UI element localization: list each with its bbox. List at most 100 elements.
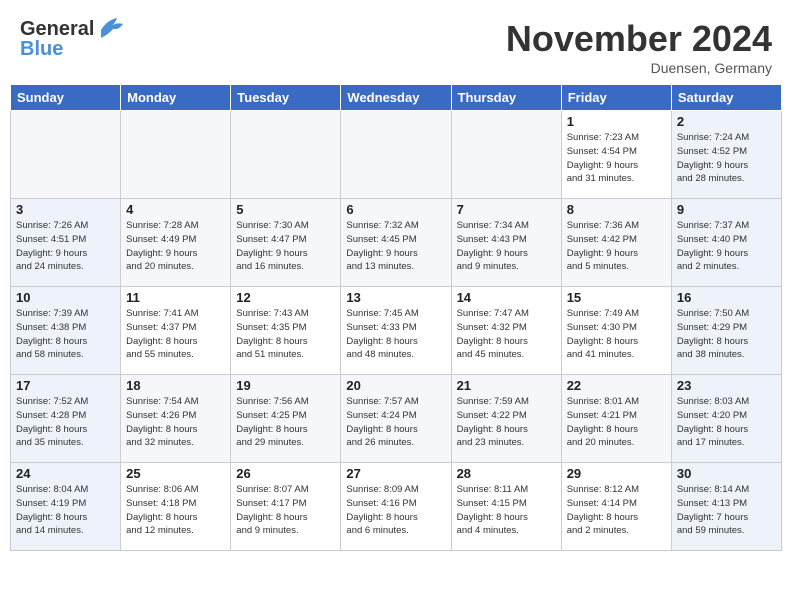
table-row: 20 Sunrise: 7:57 AM Sunset: 4:24 PM Dayli… bbox=[341, 375, 451, 463]
table-row: 11 Sunrise: 7:41 AM Sunset: 4:37 PM Dayli… bbox=[121, 287, 231, 375]
day-number: 30 bbox=[677, 466, 776, 481]
col-saturday: Saturday bbox=[671, 85, 781, 111]
table-row: 1 Sunrise: 7:23 AM Sunset: 4:54 PM Daylig… bbox=[561, 111, 671, 199]
day-info: Sunrise: 7:30 AM Sunset: 4:47 PM Dayligh… bbox=[236, 219, 335, 274]
table-row bbox=[231, 111, 341, 199]
table-row: 15 Sunrise: 7:49 AM Sunset: 4:30 PM Dayli… bbox=[561, 287, 671, 375]
table-row bbox=[121, 111, 231, 199]
day-number: 10 bbox=[16, 290, 115, 305]
day-info: Sunrise: 8:04 AM Sunset: 4:19 PM Dayligh… bbox=[16, 483, 115, 538]
table-row: 5 Sunrise: 7:30 AM Sunset: 4:47 PM Daylig… bbox=[231, 199, 341, 287]
table-row: 29Sunrise: 8:12 AM Sunset: 4:14 PM Dayli… bbox=[561, 463, 671, 551]
day-info: Sunrise: 8:12 AM Sunset: 4:14 PM Dayligh… bbox=[567, 483, 666, 538]
logo-general: General bbox=[20, 18, 94, 40]
day-number: 20 bbox=[346, 378, 445, 393]
table-row: 14Sunrise: 7:47 AM Sunset: 4:32 PM Dayli… bbox=[451, 287, 561, 375]
table-row: 9Sunrise: 7:37 AM Sunset: 4:40 PM Daylig… bbox=[671, 199, 781, 287]
day-number: 21 bbox=[457, 378, 556, 393]
day-number: 25 bbox=[126, 466, 225, 481]
day-number: 28 bbox=[457, 466, 556, 481]
day-number: 4 bbox=[126, 202, 225, 217]
day-number: 24 bbox=[16, 466, 115, 481]
day-info: Sunrise: 7:57 AM Sunset: 4:24 PM Dayligh… bbox=[346, 395, 445, 450]
table-row: 27 Sunrise: 8:09 AM Sunset: 4:16 PM Dayli… bbox=[341, 463, 451, 551]
day-info: Sunrise: 8:07 AM Sunset: 4:17 PM Dayligh… bbox=[236, 483, 335, 538]
table-row: 17 Sunrise: 7:52 AM Sunset: 4:28 PM Dayli… bbox=[11, 375, 121, 463]
day-info: Sunrise: 7:50 AM Sunset: 4:29 PM Dayligh… bbox=[677, 307, 776, 362]
day-info: Sunrise: 8:14 AM Sunset: 4:13 PM Dayligh… bbox=[677, 483, 776, 538]
table-row: 2Sunrise: 7:24 AM Sunset: 4:52 PM Daylig… bbox=[671, 111, 781, 199]
day-number: 12 bbox=[236, 290, 335, 305]
day-number: 14 bbox=[457, 290, 556, 305]
table-row bbox=[341, 111, 451, 199]
day-number: 18 bbox=[126, 378, 225, 393]
table-row: 3 Sunrise: 7:26 AM Sunset: 4:51 PM Daylig… bbox=[11, 199, 121, 287]
day-number: 7 bbox=[457, 202, 556, 217]
day-info: Sunrise: 7:43 AM Sunset: 4:35 PM Dayligh… bbox=[236, 307, 335, 362]
calendar-week-4: 17 Sunrise: 7:52 AM Sunset: 4:28 PM Dayli… bbox=[11, 375, 782, 463]
calendar-week-2: 3 Sunrise: 7:26 AM Sunset: 4:51 PM Daylig… bbox=[11, 199, 782, 287]
day-number: 22 bbox=[567, 378, 666, 393]
day-info: Sunrise: 8:03 AM Sunset: 4:20 PM Dayligh… bbox=[677, 395, 776, 450]
day-number: 15 bbox=[567, 290, 666, 305]
table-row: 30 Sunrise: 8:14 AM Sunset: 4:13 PM Dayli… bbox=[671, 463, 781, 551]
day-info: Sunrise: 7:45 AM Sunset: 4:33 PM Dayligh… bbox=[346, 307, 445, 362]
day-number: 3 bbox=[16, 202, 115, 217]
day-info: Sunrise: 8:06 AM Sunset: 4:18 PM Dayligh… bbox=[126, 483, 225, 538]
table-row: 10 Sunrise: 7:39 AM Sunset: 4:38 PM Dayli… bbox=[11, 287, 121, 375]
col-monday: Monday bbox=[121, 85, 231, 111]
calendar-week-5: 24 Sunrise: 8:04 AM Sunset: 4:19 PM Dayli… bbox=[11, 463, 782, 551]
table-row bbox=[11, 111, 121, 199]
day-number: 19 bbox=[236, 378, 335, 393]
day-number: 11 bbox=[126, 290, 225, 305]
table-row: 19Sunrise: 7:56 AM Sunset: 4:25 PM Dayli… bbox=[231, 375, 341, 463]
col-wednesday: Wednesday bbox=[341, 85, 451, 111]
day-number: 5 bbox=[236, 202, 335, 217]
day-number: 2 bbox=[677, 114, 776, 129]
table-row: 22 Sunrise: 8:01 AM Sunset: 4:21 PM Dayli… bbox=[561, 375, 671, 463]
day-number: 16 bbox=[677, 290, 776, 305]
day-number: 1 bbox=[567, 114, 666, 129]
calendar-week-3: 10 Sunrise: 7:39 AM Sunset: 4:38 PM Dayli… bbox=[11, 287, 782, 375]
month-title: November 2024 bbox=[506, 18, 772, 60]
day-info: Sunrise: 7:23 AM Sunset: 4:54 PM Dayligh… bbox=[567, 131, 666, 186]
day-info: Sunrise: 8:01 AM Sunset: 4:21 PM Dayligh… bbox=[567, 395, 666, 450]
table-row: 13 Sunrise: 7:45 AM Sunset: 4:33 PM Dayli… bbox=[341, 287, 451, 375]
day-info: Sunrise: 7:54 AM Sunset: 4:26 PM Dayligh… bbox=[126, 395, 225, 450]
day-info: Sunrise: 8:09 AM Sunset: 4:16 PM Dayligh… bbox=[346, 483, 445, 538]
day-info: Sunrise: 7:26 AM Sunset: 4:51 PM Dayligh… bbox=[16, 219, 115, 274]
table-row: 28Sunrise: 8:11 AM Sunset: 4:15 PM Dayli… bbox=[451, 463, 561, 551]
table-row: 6Sunrise: 7:32 AM Sunset: 4:45 PM Daylig… bbox=[341, 199, 451, 287]
logo-blue: Blue bbox=[20, 38, 125, 60]
table-row: 23 Sunrise: 8:03 AM Sunset: 4:20 PM Dayli… bbox=[671, 375, 781, 463]
col-thursday: Thursday bbox=[451, 85, 561, 111]
table-row: 25 Sunrise: 8:06 AM Sunset: 4:18 PM Dayli… bbox=[121, 463, 231, 551]
table-row: 8Sunrise: 7:36 AM Sunset: 4:42 PM Daylig… bbox=[561, 199, 671, 287]
column-headers: Sunday Monday Tuesday Wednesday Thursday… bbox=[11, 85, 782, 111]
table-row: 16 Sunrise: 7:50 AM Sunset: 4:29 PM Dayli… bbox=[671, 287, 781, 375]
day-number: 27 bbox=[346, 466, 445, 481]
day-info: Sunrise: 7:59 AM Sunset: 4:22 PM Dayligh… bbox=[457, 395, 556, 450]
day-info: Sunrise: 7:41 AM Sunset: 4:37 PM Dayligh… bbox=[126, 307, 225, 362]
day-number: 26 bbox=[236, 466, 335, 481]
logo-bird-icon bbox=[97, 16, 125, 38]
location: Duensen, Germany bbox=[506, 60, 772, 76]
calendar: Sunday Monday Tuesday Wednesday Thursday… bbox=[0, 84, 792, 559]
title-block: November 2024 Duensen, Germany bbox=[506, 18, 772, 76]
day-number: 23 bbox=[677, 378, 776, 393]
table-row: 26 Sunrise: 8:07 AM Sunset: 4:17 PM Dayli… bbox=[231, 463, 341, 551]
day-info: Sunrise: 7:32 AM Sunset: 4:45 PM Dayligh… bbox=[346, 219, 445, 274]
col-tuesday: Tuesday bbox=[231, 85, 341, 111]
day-number: 13 bbox=[346, 290, 445, 305]
table-row: 18 Sunrise: 7:54 AM Sunset: 4:26 PM Dayli… bbox=[121, 375, 231, 463]
calendar-week-1: 1 Sunrise: 7:23 AM Sunset: 4:54 PM Daylig… bbox=[11, 111, 782, 199]
day-info: Sunrise: 7:28 AM Sunset: 4:49 PM Dayligh… bbox=[126, 219, 225, 274]
logo: General Blue bbox=[20, 18, 125, 60]
day-info: Sunrise: 7:39 AM Sunset: 4:38 PM Dayligh… bbox=[16, 307, 115, 362]
day-number: 17 bbox=[16, 378, 115, 393]
table-row: 4 Sunrise: 7:28 AM Sunset: 4:49 PM Daylig… bbox=[121, 199, 231, 287]
table-row: 12 Sunrise: 7:43 AM Sunset: 4:35 PM Dayli… bbox=[231, 287, 341, 375]
day-info: Sunrise: 7:34 AM Sunset: 4:43 PM Dayligh… bbox=[457, 219, 556, 274]
day-info: Sunrise: 7:49 AM Sunset: 4:30 PM Dayligh… bbox=[567, 307, 666, 362]
day-info: Sunrise: 7:52 AM Sunset: 4:28 PM Dayligh… bbox=[16, 395, 115, 450]
